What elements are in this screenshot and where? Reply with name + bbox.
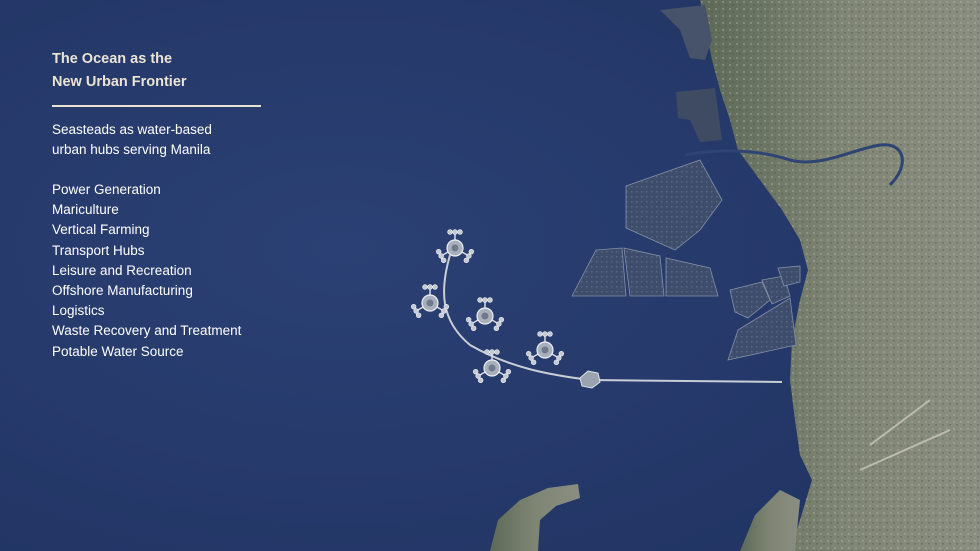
use-item: Leisure and Recreation — [52, 262, 192, 278]
use-item: Logistics — [52, 303, 105, 319]
slide-title: The Ocean as the New Urban Frontier — [52, 48, 187, 94]
use-item: Mariculture — [52, 202, 119, 218]
title-line-1: The Ocean as the — [52, 51, 173, 67]
subtitle: Seasteads as water-based urban hubs serv… — [52, 120, 212, 160]
subtitle-line-2: urban hubs serving Manila — [52, 142, 211, 157]
use-item: Vertical Farming — [52, 222, 150, 238]
title-line-2: New Urban Frontier — [52, 74, 187, 90]
title-divider — [52, 105, 261, 107]
use-item: Potable Water Source — [52, 343, 184, 359]
use-item: Waste Recovery and Treatment — [52, 323, 242, 339]
use-item: Offshore Manufacturing — [52, 283, 193, 299]
use-item: Power Generation — [52, 182, 161, 197]
subtitle-line-1: Seasteads as water-based — [52, 122, 212, 137]
use-item: Transport Hubs — [52, 242, 145, 258]
slide: The Ocean as the New Urban Frontier Seas… — [0, 0, 980, 551]
uses-list: Power Generation Mariculture Vertical Fa… — [52, 180, 241, 362]
